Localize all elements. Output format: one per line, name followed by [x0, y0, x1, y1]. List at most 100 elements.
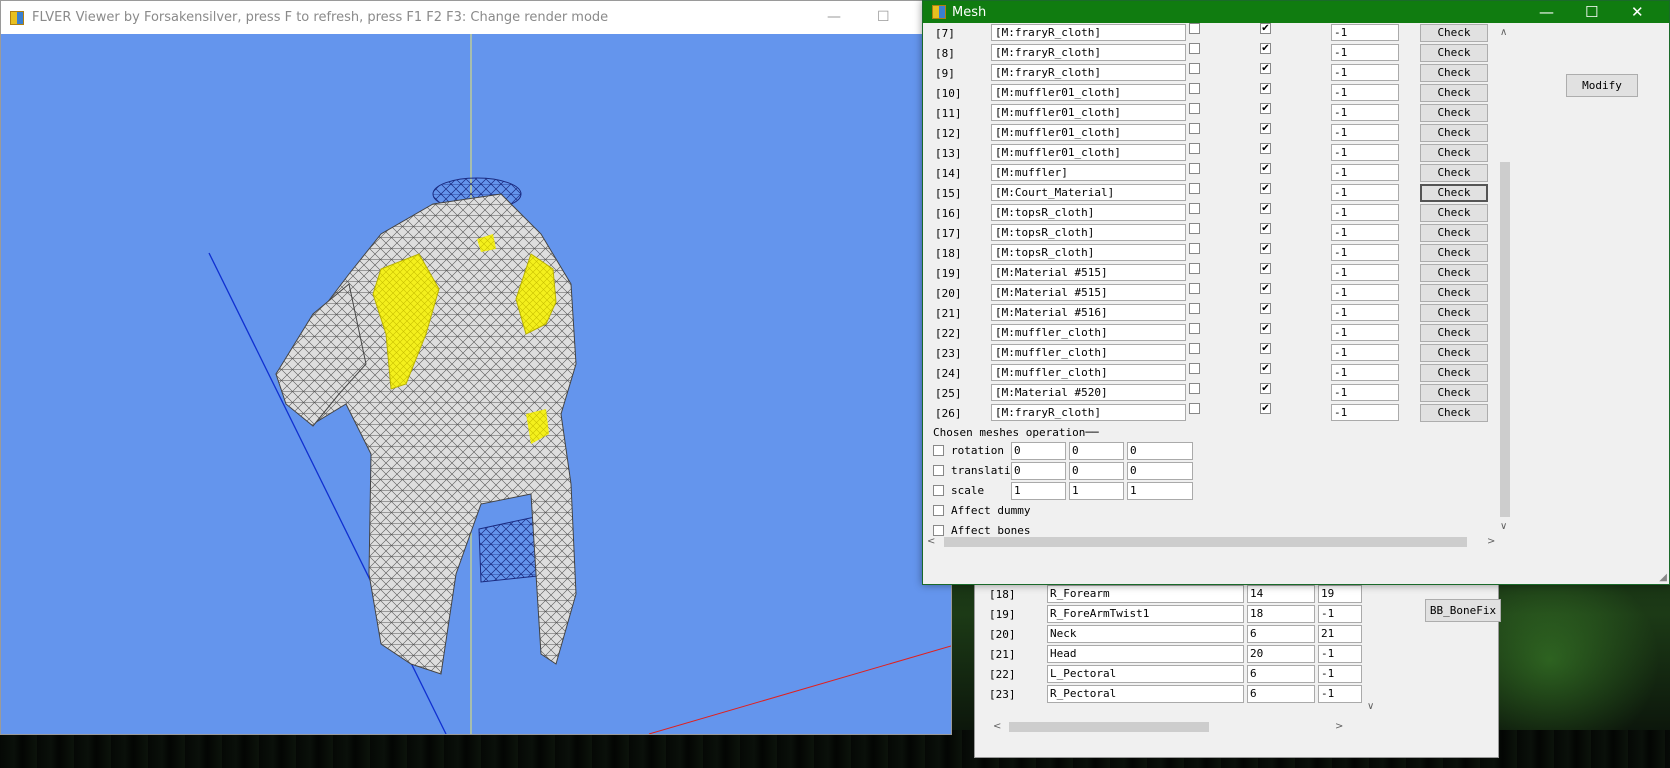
- mesh-value-field[interactable]: -1: [1331, 124, 1399, 141]
- check-button[interactable]: Check: [1420, 204, 1488, 222]
- minimize-button[interactable]: —: [827, 9, 841, 25]
- mesh-value-field[interactable]: -1: [1331, 304, 1399, 321]
- mesh-value-field[interactable]: -1: [1331, 64, 1399, 81]
- mesh-checkbox-1[interactable]: [1189, 123, 1200, 134]
- mesh-checkbox-2[interactable]: ✔: [1260, 43, 1271, 54]
- check-button[interactable]: Check: [1420, 164, 1488, 182]
- mesh-horizontal-scrollbar[interactable]: < >: [927, 535, 1499, 549]
- scale-y-input[interactable]: 1: [1069, 482, 1124, 500]
- mesh-checkbox-1[interactable]: [1189, 83, 1200, 94]
- bone-name-field[interactable]: R_ForeArmTwist1: [1047, 605, 1244, 623]
- minimize-button[interactable]: —: [1539, 3, 1554, 21]
- bone-parent-field[interactable]: 20: [1247, 645, 1315, 663]
- scroll-down-icon[interactable]: ∨: [1500, 521, 1507, 532]
- mesh-checkbox-2[interactable]: ✔: [1260, 63, 1271, 74]
- check-button[interactable]: Check: [1420, 184, 1488, 202]
- scroll-thumb[interactable]: [944, 537, 1467, 547]
- rotation-checkbox[interactable]: [933, 445, 944, 456]
- mesh-checkbox-1[interactable]: [1189, 403, 1200, 414]
- mesh-value-field[interactable]: -1: [1331, 184, 1399, 201]
- mesh-material-field[interactable]: [M:muffler_cloth]: [991, 344, 1186, 361]
- scroll-down-icon[interactable]: ∨: [1367, 701, 1374, 712]
- mesh-checkbox-2[interactable]: ✔: [1260, 163, 1271, 174]
- bone-child-field[interactable]: 21: [1318, 625, 1362, 643]
- bone-horizontal-scrollbar[interactable]: < >: [993, 720, 1343, 734]
- mesh-value-field[interactable]: -1: [1331, 264, 1399, 281]
- scale-checkbox[interactable]: [933, 485, 944, 496]
- mesh-checkbox-1[interactable]: [1189, 23, 1200, 34]
- mesh-checkbox-2[interactable]: ✔: [1260, 83, 1271, 94]
- rotation-z-input[interactable]: 0: [1127, 442, 1193, 460]
- bone-parent-field[interactable]: 6: [1247, 665, 1315, 683]
- check-button[interactable]: Check: [1420, 344, 1488, 362]
- mesh-material-field[interactable]: [M:Material #520]: [991, 384, 1186, 401]
- mesh-material-field[interactable]: [M:muffler01_cloth]: [991, 104, 1186, 121]
- bone-parent-field[interactable]: 18: [1247, 605, 1315, 623]
- bone-parent-field[interactable]: 14: [1247, 585, 1315, 603]
- scale-x-input[interactable]: 1: [1011, 482, 1066, 500]
- check-button[interactable]: Check: [1420, 284, 1488, 302]
- mesh-value-field[interactable]: -1: [1331, 44, 1399, 61]
- check-button[interactable]: Check: [1420, 364, 1488, 382]
- mesh-checkbox-2[interactable]: ✔: [1260, 143, 1271, 154]
- mesh-material-field[interactable]: [M:muffler_cloth]: [991, 324, 1186, 341]
- scroll-right-icon[interactable]: >: [1335, 721, 1343, 732]
- check-button[interactable]: Check: [1420, 84, 1488, 102]
- mesh-value-field[interactable]: -1: [1331, 344, 1399, 361]
- mesh-material-field[interactable]: [M:topsR_cloth]: [991, 244, 1186, 261]
- maximize-button[interactable]: ☐: [1585, 3, 1598, 21]
- mesh-value-field[interactable]: -1: [1331, 204, 1399, 221]
- mesh-checkbox-1[interactable]: [1189, 183, 1200, 194]
- mesh-checkbox-2[interactable]: ✔: [1260, 243, 1271, 254]
- mesh-checkbox-1[interactable]: [1189, 243, 1200, 254]
- bone-name-field[interactable]: R_Pectoral: [1047, 685, 1244, 703]
- bone-child-field[interactable]: -1: [1318, 645, 1362, 663]
- mesh-checkbox-1[interactable]: [1189, 343, 1200, 354]
- viewer-title-bar[interactable]: FLVER Viewer by Forsakensilver, press F …: [1, 1, 951, 34]
- check-button[interactable]: Check: [1420, 104, 1488, 122]
- scroll-thumb[interactable]: [1500, 162, 1510, 517]
- scale-z-input[interactable]: 1: [1127, 482, 1193, 500]
- render-viewport[interactable]: [1, 34, 951, 734]
- bone-name-field[interactable]: Neck: [1047, 625, 1244, 643]
- check-button[interactable]: Check: [1420, 304, 1488, 322]
- mesh-value-field[interactable]: -1: [1331, 24, 1399, 41]
- mesh-checkbox-1[interactable]: [1189, 223, 1200, 234]
- mesh-material-field[interactable]: [M:topsR_cloth]: [991, 204, 1186, 221]
- bone-child-field[interactable]: -1: [1318, 685, 1362, 703]
- mesh-checkbox-1[interactable]: [1189, 63, 1200, 74]
- check-button[interactable]: Check: [1420, 44, 1488, 62]
- mesh-value-field[interactable]: -1: [1331, 284, 1399, 301]
- rotation-y-input[interactable]: 0: [1069, 442, 1124, 460]
- mesh-checkbox-2[interactable]: ✔: [1260, 303, 1271, 314]
- mesh-checkbox-1[interactable]: [1189, 103, 1200, 114]
- mesh-value-field[interactable]: -1: [1331, 224, 1399, 241]
- mesh-material-field[interactable]: [M:fraryR_cloth]: [991, 64, 1186, 81]
- mesh-value-field[interactable]: -1: [1331, 324, 1399, 341]
- mesh-material-field[interactable]: [M:muffler01_cloth]: [991, 124, 1186, 141]
- mesh-material-field[interactable]: [M:topsR_cloth]: [991, 224, 1186, 241]
- mesh-value-field[interactable]: -1: [1331, 384, 1399, 401]
- translation-x-input[interactable]: 0: [1011, 462, 1066, 480]
- check-button[interactable]: Check: [1420, 264, 1488, 282]
- check-button[interactable]: Check: [1420, 124, 1488, 142]
- affect-dummy-row[interactable]: Affect dummy: [933, 501, 1233, 521]
- mesh-checkbox-1[interactable]: [1189, 203, 1200, 214]
- mesh-checkbox-1[interactable]: [1189, 163, 1200, 174]
- mesh-value-field[interactable]: -1: [1331, 244, 1399, 261]
- bone-child-field[interactable]: -1: [1318, 665, 1362, 683]
- mesh-checkbox-2[interactable]: ✔: [1260, 343, 1271, 354]
- check-button[interactable]: Check: [1420, 244, 1488, 262]
- bone-name-field[interactable]: Head: [1047, 645, 1244, 663]
- mesh-checkbox-1[interactable]: [1189, 363, 1200, 374]
- mesh-checkbox-1[interactable]: [1189, 283, 1200, 294]
- mesh-material-field[interactable]: [M:fraryR_cloth]: [991, 404, 1186, 421]
- bone-parent-field[interactable]: 6: [1247, 625, 1315, 643]
- check-button[interactable]: Check: [1420, 404, 1488, 422]
- bone-child-field[interactable]: -1: [1318, 605, 1362, 623]
- mesh-checkbox-2[interactable]: ✔: [1260, 203, 1271, 214]
- mesh-material-field[interactable]: [M:Material #515]: [991, 284, 1186, 301]
- check-button[interactable]: Check: [1420, 144, 1488, 162]
- check-button[interactable]: Check: [1420, 224, 1488, 242]
- check-button[interactable]: Check: [1420, 24, 1488, 42]
